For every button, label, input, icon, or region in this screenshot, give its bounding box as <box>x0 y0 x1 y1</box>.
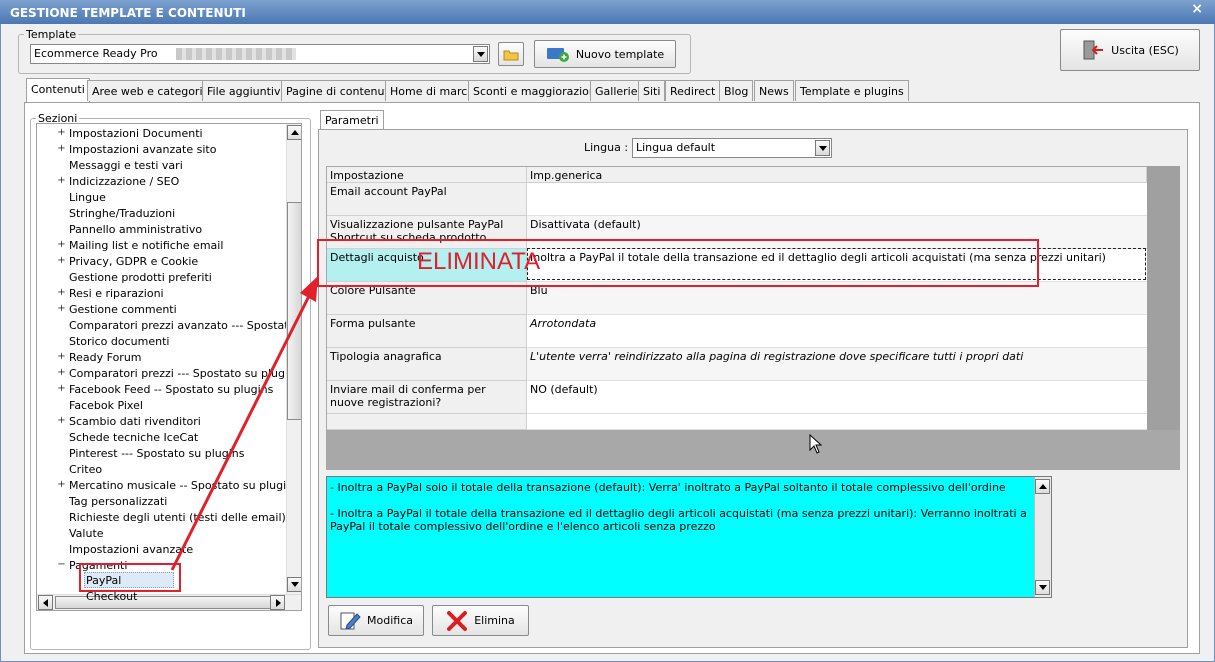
delete-label: Elimina <box>474 614 515 627</box>
edit-label: Modifica <box>367 614 413 627</box>
delete-button[interactable]: Elimina <box>432 605 529 636</box>
description-box[interactable]: - Inoltra a PayPal solo il totale della … <box>326 476 1052 598</box>
mouse-cursor-icon <box>809 434 823 454</box>
delete-x-icon <box>447 610 468 631</box>
edit-button[interactable]: Modifica <box>328 605 424 636</box>
scroll-down-arrow[interactable] <box>1035 580 1050 595</box>
description-line-1: - Inoltra a PayPal solo il totale della … <box>330 481 1006 494</box>
edit-pencil-icon <box>340 612 361 630</box>
description-scrollbar[interactable] <box>1034 477 1051 597</box>
scroll-up-arrow[interactable] <box>1035 479 1050 494</box>
description-line-2: - Inoltra a PayPal il totale della trans… <box>330 507 1027 533</box>
